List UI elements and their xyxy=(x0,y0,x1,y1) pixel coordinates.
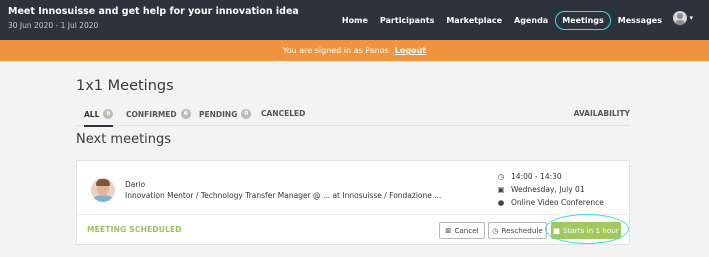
reschedule-label: Reschedule xyxy=(501,226,543,235)
top-navigation-bar: Meet Innosuisse and get help for your in… xyxy=(0,0,709,40)
tab-confirmed[interactable]: CONFIRMED 6 xyxy=(126,109,191,119)
card-divider xyxy=(77,214,629,215)
nav-messages[interactable]: Messages xyxy=(617,14,663,27)
meeting-status: MEETING SCHEDULED xyxy=(87,225,182,234)
logout-link[interactable]: Logout xyxy=(395,46,426,55)
chevron-down-icon[interactable]: ▾ xyxy=(689,14,693,22)
meeting-card: Dario Innovation Mentor / Technology Tra… xyxy=(76,160,630,245)
tab-confirmed-count: 6 xyxy=(180,109,191,119)
tab-canceled-label: CANCELED xyxy=(261,109,306,118)
page-title: 1x1 Meetings xyxy=(76,78,174,94)
nav-participants[interactable]: Participants xyxy=(379,14,435,27)
availability-link[interactable]: AVAILABILITY xyxy=(574,109,630,118)
event-dates: 30 Jun 2020 - 1 Jul 2020 xyxy=(8,21,99,30)
clock-icon: ◷ xyxy=(497,172,505,181)
tab-pending[interactable]: PENDING 0 xyxy=(199,109,252,119)
tab-pending-count: 0 xyxy=(241,109,252,119)
tab-canceled[interactable]: CANCELED xyxy=(261,109,305,118)
nav-meetings[interactable]: Meetings xyxy=(555,10,611,30)
meeting-date-row: ▣ Wednesday, July 01 xyxy=(497,183,604,196)
event-title[interactable]: Meet Innosuisse and get help for your in… xyxy=(8,6,299,17)
meeting-date: Wednesday, July 01 xyxy=(511,185,585,194)
tab-all-label: ALL xyxy=(84,109,100,119)
video-camera-icon: ■ xyxy=(553,226,561,235)
cancel-label: Cancel xyxy=(454,226,479,235)
meeting-location-row: ● Online Video Conference xyxy=(497,196,604,209)
nav-home[interactable]: Home xyxy=(341,14,369,27)
signed-in-banner: You are signed in as Panos Logout xyxy=(0,40,709,61)
person-role: Innovation Mentor / Technology Transfer … xyxy=(125,191,442,200)
meeting-time-row: ◷ 14:00 - 14:30 xyxy=(497,170,604,183)
nav-marketplace[interactable]: Marketplace xyxy=(445,14,503,27)
cancel-button[interactable]: ⊠ Cancel xyxy=(439,222,485,239)
calendar-icon: ▣ xyxy=(497,185,505,194)
meeting-location: Online Video Conference xyxy=(511,198,604,207)
section-title: Next meetings xyxy=(76,132,172,147)
meeting-tabs: ALL 6 CONFIRMED 6 PENDING 0 CANCELED AVA… xyxy=(76,106,630,127)
user-avatar-icon[interactable] xyxy=(673,11,688,25)
tab-pending-label: PENDING xyxy=(199,109,238,119)
location-pin-icon: ● xyxy=(497,198,505,207)
main-nav: Home Participants Marketplace Agenda Mee… xyxy=(341,0,663,40)
person-name[interactable]: Dario xyxy=(125,180,145,189)
signed-in-text: You are signed in as Panos xyxy=(282,46,389,55)
start-label: Starts in 1 hour xyxy=(563,226,619,235)
start-meeting-button[interactable]: ■ Starts in 1 hour xyxy=(551,222,621,239)
meeting-time: 14:00 - 14:30 xyxy=(511,172,562,181)
tab-all-count: 6 xyxy=(103,109,114,119)
nav-agenda[interactable]: Agenda xyxy=(513,14,549,27)
reschedule-clock-icon: ◷ xyxy=(492,226,499,235)
user-menu[interactable]: ▾ xyxy=(673,11,693,25)
tab-all[interactable]: ALL 6 xyxy=(84,109,114,127)
tab-confirmed-label: CONFIRMED xyxy=(126,109,177,119)
reschedule-button[interactable]: ◷ Reschedule xyxy=(488,222,547,239)
person-photo xyxy=(91,178,115,202)
cancel-icon: ⊠ xyxy=(445,226,452,235)
meeting-details: ◷ 14:00 - 14:30 ▣ Wednesday, July 01 ● O… xyxy=(497,170,604,209)
